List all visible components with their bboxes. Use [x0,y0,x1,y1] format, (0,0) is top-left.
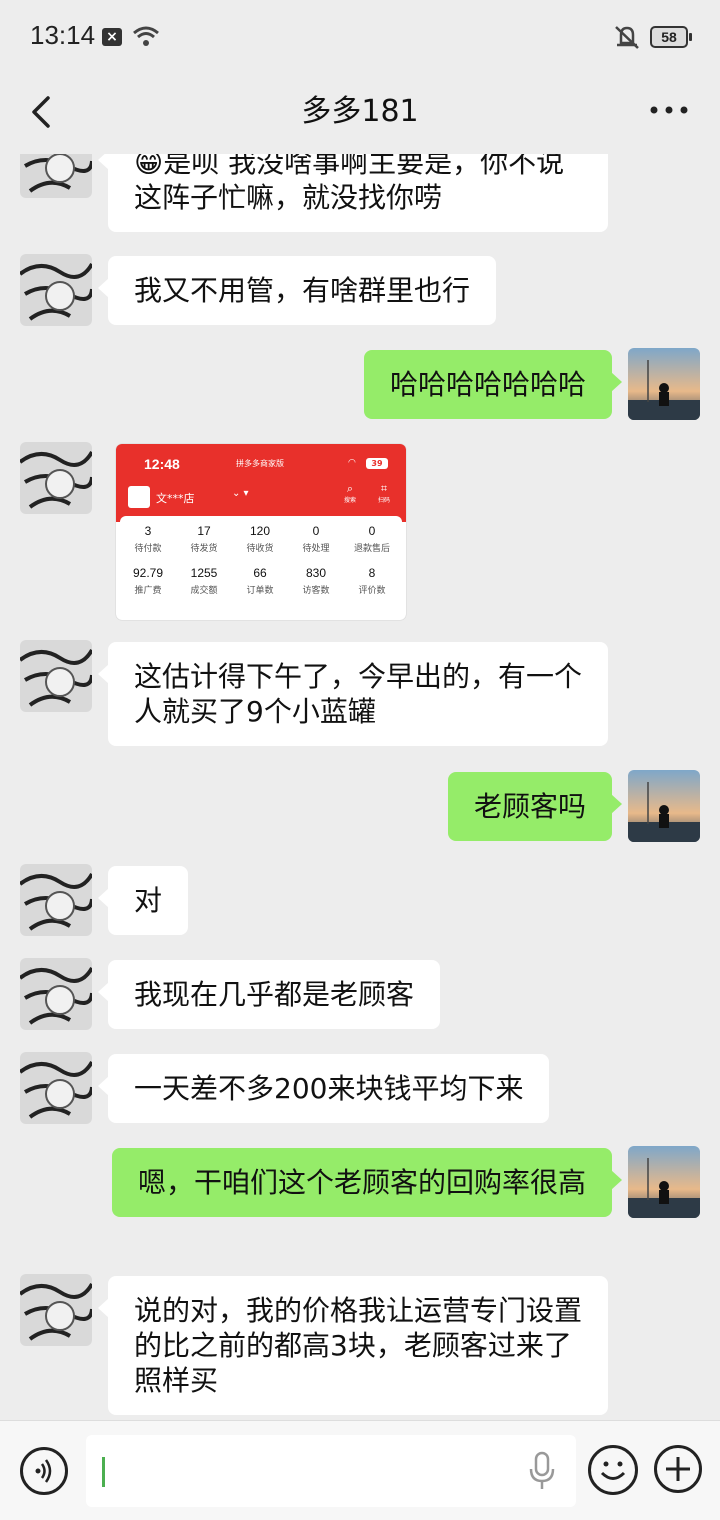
contact-avatar[interactable] [20,442,92,514]
contact-avatar[interactable] [20,1052,92,1124]
message-bubble-received[interactable]: 一天差不多200来块钱平均下来 [97,1054,550,1123]
message-bubble-sent[interactable]: 老顾客吗 [447,772,623,841]
text-caret [102,1457,105,1487]
stat-value: 0 [368,524,376,538]
contact-avatar[interactable] [20,254,92,326]
more-actions-button[interactable] [654,1445,702,1493]
store-logo [128,486,150,508]
message-bubble-received[interactable]: 说的对，我的价格我让运营专门设置的比之前的都高3块，老顾客过来了照样买 [98,1276,608,1415]
shop-stats-panel: 3 待付款 17 待发货 120 待收货 0 待处理 0 退款售后 92.79 推广费 12… [120,516,402,616]
stat-value: 1255 [190,566,218,580]
my-avatar[interactable] [628,1146,700,1218]
stat-label: 待付款 [134,544,162,554]
notification-x-icon: × [102,28,122,46]
shared-screenshot-image[interactable]: 12:48 拼多多商家版 ◠ 39 文***店 ⌄ ▾ ⌕ 搜索 ⌗ 扫码 3 待付款… [116,444,406,620]
stat-item: 17 待发货 [176,524,232,554]
stat-label: 访客数 [302,586,330,596]
stat-item: 1255 成交额 [176,566,232,596]
status-bar: 13:14 × 58 [0,0,720,72]
stat-label: 评价数 [358,586,386,596]
shot-store-name: 文***店 [156,492,195,505]
plus-icon [666,1457,690,1481]
stat-item: 92.79 推广费 [120,566,176,596]
stat-value: 8 [368,566,376,580]
stat-item: 0 待处理 [288,524,344,554]
stat-label: 退款售后 [353,544,390,554]
stat-label: 推广费 [134,586,162,596]
smiley-icon [600,1461,626,1480]
contact-avatar[interactable] [20,958,92,1030]
stat-item: 66 订单数 [232,566,288,596]
contact-avatar[interactable] [20,1274,92,1346]
stat-label: 待发货 [190,544,218,554]
voice-toggle-button[interactable] [20,1447,68,1495]
message-bubble-received[interactable]: 对 [97,866,189,935]
shot-scan-label: 扫码 [378,497,391,504]
stat-label: 成交额 [190,586,218,596]
shot-app-name: 拼多多商家版 [236,459,284,468]
stat-value: 0 [312,524,320,538]
stat-label: 订单数 [246,586,274,596]
contact-avatar[interactable] [20,154,92,198]
stat-item: 120 待收货 [232,524,288,554]
stat-label: 待处理 [302,544,330,554]
stat-value: 830 [305,566,327,580]
message-bubble-received[interactable]: 我又不用管，有啥群里也行 [97,256,497,325]
stat-label: 待收货 [246,544,274,554]
stat-item: 830 访客数 [288,566,344,596]
microphone-icon[interactable] [528,1451,556,1491]
chat-header: 多多181 [0,72,720,154]
contact-avatar[interactable] [20,640,92,712]
search-icon: ⌕ 搜索 [344,482,357,504]
message-list[interactable]: 😁是呗 我没啥事啊主要是，你不说这阵子忙嘛，就没找你唠 我又不用管，有啥群里也行… [0,154,720,1420]
chat-title: 多多181 [301,94,419,129]
stat-item: 0 退款售后 [344,524,400,554]
wifi-icon [133,26,159,46]
shot-battery: 39 [366,458,388,469]
wifi-icon: ◠ [348,458,356,468]
message-bubble-sent[interactable]: 哈哈哈哈哈哈哈 [363,350,623,419]
stat-value: 3 [144,524,152,538]
shop-header: 12:48 拼多多商家版 ◠ 39 文***店 ⌄ ▾ ⌕ 搜索 ⌗ 扫码 [116,444,406,522]
message-bubble-received[interactable]: 这估计得下午了，今早出的，有一个人就买了9个小蓝罐 [98,642,608,746]
stat-item: 8 评价数 [344,566,400,596]
more-options-icon[interactable] [644,90,694,130]
stat-value: 120 [249,524,271,538]
battery-indicator: 58 [650,26,692,48]
contact-avatar[interactable] [20,864,92,936]
message-bubble-received[interactable]: 😁是呗 我没啥事啊主要是，你不说这阵子忙嘛，就没找你唠 [98,154,608,232]
my-avatar[interactable] [628,348,700,420]
stat-value: 92.79 [132,566,164,580]
stat-item: 3 待付款 [120,524,176,554]
shot-search-label: 搜索 [344,497,357,504]
chevron-down-icon: ⌄ ▾ [232,488,249,499]
stat-value: 66 [253,566,267,580]
scan-icon: ⌗ 扫码 [378,482,391,504]
stat-value: 17 [197,524,211,538]
status-time: 13:14 [30,20,96,50]
bell-muted-icon [615,26,639,49]
emoji-button[interactable] [588,1445,638,1495]
voice-wave-icon [35,1459,52,1483]
shot-time: 12:48 [144,456,180,472]
message-input[interactable] [86,1435,576,1507]
message-bubble-received[interactable]: 我现在几乎都是老顾客 [97,960,441,1029]
my-avatar[interactable] [628,770,700,842]
message-bubble-sent[interactable]: 嗯，干咱们这个老顾客的回购率很高 [112,1148,622,1217]
input-bar [0,1420,720,1520]
